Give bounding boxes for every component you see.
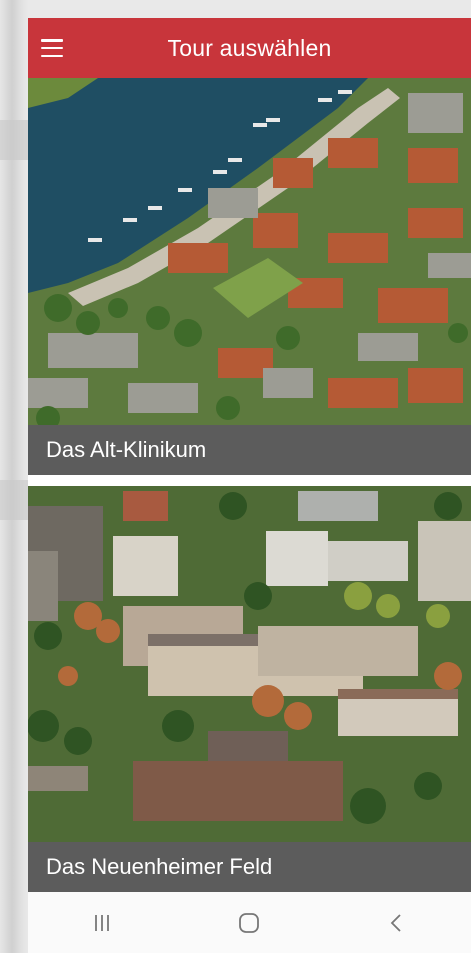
system-navigation-bar [28,892,471,953]
home-icon[interactable] [219,903,279,943]
app-bar: Tour auswählen [28,18,471,78]
tour-image-neuenheimer-feld [28,486,471,843]
tour-card-neuenheimer-feld[interactable]: Das Neuenheimer Feld [28,486,471,892]
tour-title: Das Alt-Klinikum [28,425,471,475]
back-icon[interactable] [367,903,427,943]
tour-title: Das Neuenheimer Feld [28,842,471,892]
tour-image-alt-klinikum [28,78,471,425]
background-blur [0,480,28,520]
background-blur [0,120,28,160]
page-title: Tour auswählen [167,34,332,61]
app-screen: Tour auswählen Das Alt-Klinikum Das Neue… [28,18,471,953]
hamburger-menu-icon[interactable] [40,36,64,60]
tour-card-alt-klinikum[interactable]: Das Alt-Klinikum [28,78,471,475]
recent-apps-icon[interactable] [72,903,132,943]
